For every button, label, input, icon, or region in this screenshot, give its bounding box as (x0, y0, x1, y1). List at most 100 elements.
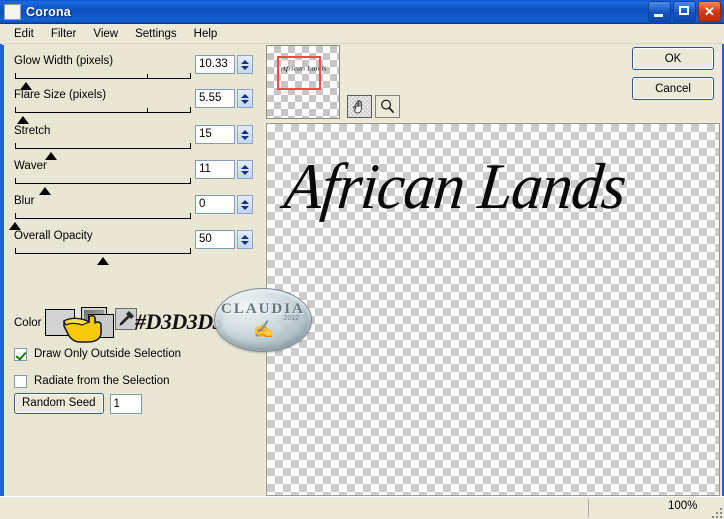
slider-line (15, 112, 191, 113)
slider-cap-mid (147, 108, 148, 113)
claudia-watermark: CLAUDIA 2012 ✍ (214, 288, 312, 352)
slider-cap-right (190, 143, 191, 149)
corona-dialog-window: Corona ✕ Edit Filter View Settings Help … (0, 0, 724, 519)
spinner-up-icon[interactable] (241, 129, 249, 134)
menubar: Edit Filter View Settings Help (0, 24, 724, 44)
input-glow-width[interactable]: 10.33 (195, 55, 235, 74)
zoom-tool-button[interactable] (375, 95, 400, 118)
input-stretch[interactable]: 15 (195, 125, 235, 144)
slider-cap-right (190, 248, 191, 254)
input-flare-size[interactable]: 5.55 (195, 89, 235, 108)
preview-area: African Lands OK Cancel African Lands (264, 45, 722, 496)
slider-waver[interactable] (15, 177, 191, 195)
cancel-button[interactable]: Cancel (632, 77, 714, 100)
spinner-down-icon[interactable] (241, 205, 249, 210)
pan-tool-button[interactable] (347, 95, 372, 118)
checkbox-draw-only-outside-selection[interactable] (14, 347, 27, 361)
input-waver[interactable]: 11 (195, 160, 235, 179)
slider-thumb-blur[interactable] (9, 222, 21, 230)
spinner-up-icon[interactable] (241, 234, 249, 239)
menu-item-edit[interactable]: Edit (6, 26, 43, 42)
spinner-down-icon[interactable] (241, 240, 249, 245)
watermark-year: 2012 (283, 315, 299, 322)
dialog-buttons: OK Cancel (632, 47, 720, 107)
close-button[interactable]: ✕ (698, 1, 721, 22)
slider-cap-left (15, 107, 16, 113)
label-overall-opacity: Overall Opacity (14, 230, 93, 242)
random-seed-input[interactable]: 1 (109, 393, 142, 414)
slider-thumb-stretch[interactable] (45, 152, 57, 160)
label-radiate-from-the-selection: Radiate from the Selection (34, 375, 170, 387)
label-flare-size: Flare Size (pixels) (14, 89, 107, 101)
menu-item-settings[interactable]: Settings (127, 26, 186, 42)
slider-cap-left (15, 178, 16, 184)
spinner-down-icon[interactable] (241, 170, 249, 175)
spinner-overall-opacity: 50 (195, 230, 253, 249)
slider-stretch[interactable] (15, 142, 191, 160)
menu-item-filter[interactable]: Filter (43, 26, 86, 42)
slider-cap-right (190, 107, 191, 113)
slider-line (15, 253, 191, 254)
navigator-viewport-rect[interactable] (277, 56, 321, 90)
spinner-buttons-waver[interactable] (237, 160, 253, 179)
watermark-glyph-icon: ✍ (253, 320, 275, 339)
menu-item-view[interactable]: View (85, 26, 127, 42)
slider-cap-right (190, 178, 191, 184)
minimize-button[interactable] (648, 1, 671, 22)
spinner-down-icon[interactable] (241, 65, 249, 70)
window-controls: ✕ (648, 1, 724, 22)
slider-glow-width[interactable] (15, 72, 191, 90)
menu-item-help[interactable]: Help (186, 26, 227, 42)
spinner-buttons-flare-size[interactable] (237, 89, 253, 108)
spinner-up-icon[interactable] (241, 164, 249, 169)
app-icon (4, 3, 21, 20)
slider-cap-right (190, 213, 191, 219)
label-draw-only-outside-selection: Draw Only Outside Selection (34, 348, 182, 360)
random-seed-button[interactable]: Random Seed (14, 393, 104, 414)
slider-thumb-waver[interactable] (39, 187, 51, 195)
preview-canvas[interactable]: African Lands (266, 123, 720, 496)
spinner-up-icon[interactable] (241, 199, 249, 204)
status-zoom-level: 100% (668, 500, 698, 512)
random-seed-row: Random Seed 1 (14, 393, 142, 414)
checkbox-row-radiate-from-selection[interactable]: Radiate from the Selection (14, 372, 254, 390)
slider-flare-size[interactable] (15, 106, 191, 124)
maximize-button[interactable] (673, 1, 696, 22)
spinner-glow-width: 10.33 (195, 55, 253, 74)
label-waver: Waver (14, 160, 47, 172)
input-overall-opacity[interactable]: 50 (195, 230, 235, 249)
spinner-up-icon[interactable] (241, 93, 249, 98)
hand-icon (353, 100, 362, 114)
spinner-down-icon[interactable] (241, 135, 249, 140)
close-icon: ✕ (704, 3, 715, 19)
slider-cap-left (15, 213, 16, 219)
canvas-artwork-text: African Lands (281, 151, 629, 223)
spinner-stretch: 15 (195, 125, 253, 144)
spinner-down-icon[interactable] (241, 99, 249, 104)
spinner-buttons-glow-width[interactable] (237, 55, 253, 74)
spinner-up-icon[interactable] (241, 59, 249, 64)
pointing-hand-cursor (62, 311, 114, 343)
navigator-thumbnail[interactable]: African Lands (266, 45, 340, 119)
slider-line (15, 218, 191, 219)
slider-cap-left (15, 143, 16, 149)
window-title: Corona (26, 4, 71, 19)
spinner-buttons-blur[interactable] (237, 195, 253, 214)
checkbox-radiate-from-the-selection[interactable] (14, 374, 27, 388)
input-blur[interactable]: 0 (195, 195, 235, 214)
slider-overall-opacity[interactable] (15, 247, 191, 265)
label-color: Color (14, 317, 42, 329)
ok-button[interactable]: OK (632, 47, 714, 70)
label-glow-width: Glow Width (pixels) (14, 55, 114, 67)
checkbox-row-draw-only-outside[interactable]: Draw Only Outside Selection (14, 345, 254, 363)
magnifier-icon (381, 99, 395, 114)
slider-thumb-overall-opacity[interactable] (97, 257, 109, 265)
slider-thumb-flare-size[interactable] (17, 116, 29, 124)
slider-blur[interactable] (9, 212, 191, 230)
spinner-buttons-overall-opacity[interactable] (237, 230, 253, 249)
resize-grip[interactable] (708, 504, 722, 518)
spinner-blur: 0 (195, 195, 253, 214)
eyedropper-icon[interactable] (115, 308, 137, 330)
spinner-buttons-stretch[interactable] (237, 125, 253, 144)
color-hex-annotation: #D3D3D3 (135, 309, 224, 334)
